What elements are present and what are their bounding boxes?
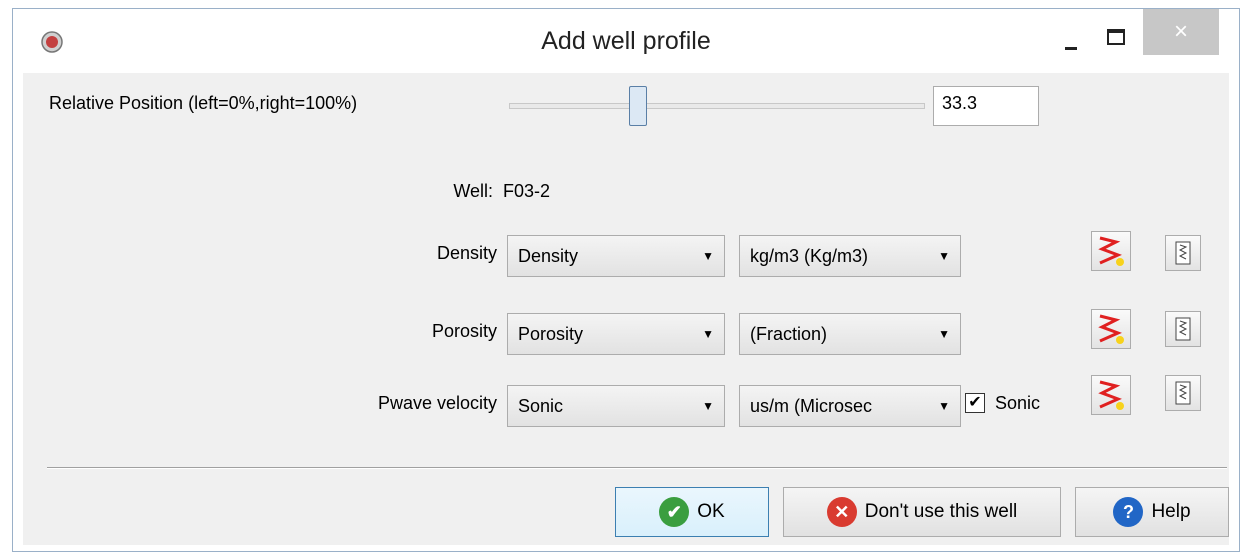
chevron-down-icon: ▼ bbox=[934, 386, 950, 426]
density-unit-value: kg/m3 (Kg/m3) bbox=[750, 246, 869, 266]
density-log-value: Density bbox=[518, 246, 579, 266]
density-log-select[interactable]: Density ▼ bbox=[507, 235, 725, 277]
ok-check-icon: ✔ bbox=[659, 497, 690, 527]
well-name: F03-2 bbox=[503, 181, 551, 201]
position-slider-track[interactable] bbox=[509, 103, 925, 109]
relative-position-label: Relative Position (left=0%,right=100%) bbox=[49, 93, 358, 113]
porosity-unit-select[interactable]: (Fraction) ▼ bbox=[739, 313, 961, 355]
pwave-log-select[interactable]: Sonic ▼ bbox=[507, 385, 725, 427]
log-tools-button[interactable] bbox=[1165, 311, 1201, 347]
create-log-icon bbox=[1098, 380, 1124, 410]
chevron-down-icon: ▼ bbox=[938, 327, 950, 341]
close-icon: × bbox=[1173, 18, 1188, 45]
density-label: Density bbox=[436, 243, 497, 263]
porosity-label: Porosity bbox=[431, 321, 497, 341]
well-label: Well: bbox=[453, 181, 493, 201]
create-log-button[interactable] bbox=[1091, 231, 1131, 271]
ok-label: OK bbox=[697, 501, 725, 522]
log-tools-icon bbox=[1175, 381, 1191, 405]
pwave-velocity-label: Pwave velocity bbox=[377, 393, 497, 413]
sonic-checkbox[interactable]: ✔ bbox=[965, 393, 985, 413]
close-button[interactable]: × bbox=[1143, 9, 1219, 55]
create-log-button[interactable] bbox=[1091, 375, 1131, 415]
density-unit-select[interactable]: kg/m3 (Kg/m3) ▼ bbox=[739, 235, 961, 277]
pwave-unit-select[interactable]: us/m (Microsec ▼ bbox=[739, 385, 961, 427]
dont-use-label: Don't use this well bbox=[864, 501, 1018, 522]
cancel-x-icon: ✕ bbox=[826, 497, 857, 527]
chevron-down-icon: ▼ bbox=[702, 327, 714, 341]
sonic-checkbox-label: Sonic bbox=[995, 393, 1041, 413]
chevron-down-icon: ▼ bbox=[702, 399, 714, 413]
create-log-icon bbox=[1098, 236, 1124, 266]
create-log-button[interactable] bbox=[1091, 309, 1131, 349]
pwave-log-value: Sonic bbox=[518, 396, 564, 416]
help-label: Help bbox=[1151, 501, 1191, 522]
separator bbox=[47, 467, 1227, 469]
dialog-body: Relative Position (left=0%,right=100%) 3… bbox=[23, 73, 1229, 545]
add-well-profile-window: Add well profile × Relative Position (le… bbox=[12, 8, 1240, 552]
log-tools-icon bbox=[1175, 317, 1191, 341]
porosity-log-value: Porosity bbox=[518, 324, 584, 344]
chevron-down-icon: ▼ bbox=[938, 249, 950, 263]
help-icon: ? bbox=[1113, 497, 1144, 527]
minimize-button[interactable] bbox=[1051, 17, 1091, 57]
maximize-button[interactable] bbox=[1093, 17, 1137, 57]
position-slider-thumb[interactable] bbox=[629, 86, 647, 126]
ok-button[interactable]: ✔ OK bbox=[615, 487, 769, 537]
pwave-unit-value: us/m (Microsec bbox=[750, 396, 873, 416]
position-value-field[interactable]: 33.3 bbox=[933, 86, 1039, 126]
porosity-log-select[interactable]: Porosity ▼ bbox=[507, 313, 725, 355]
dont-use-well-button[interactable]: ✕ Don't use this well bbox=[783, 487, 1061, 537]
log-tools-icon bbox=[1175, 241, 1191, 265]
title-bar: Add well profile × bbox=[13, 9, 1239, 73]
checkmark-icon: ✔ bbox=[968, 394, 982, 411]
log-tools-button[interactable] bbox=[1165, 235, 1201, 271]
create-log-icon bbox=[1098, 314, 1124, 344]
chevron-down-icon: ▼ bbox=[702, 249, 714, 263]
help-button[interactable]: ? Help bbox=[1075, 487, 1229, 537]
log-tools-button[interactable] bbox=[1165, 375, 1201, 411]
porosity-unit-value: (Fraction) bbox=[750, 324, 828, 344]
